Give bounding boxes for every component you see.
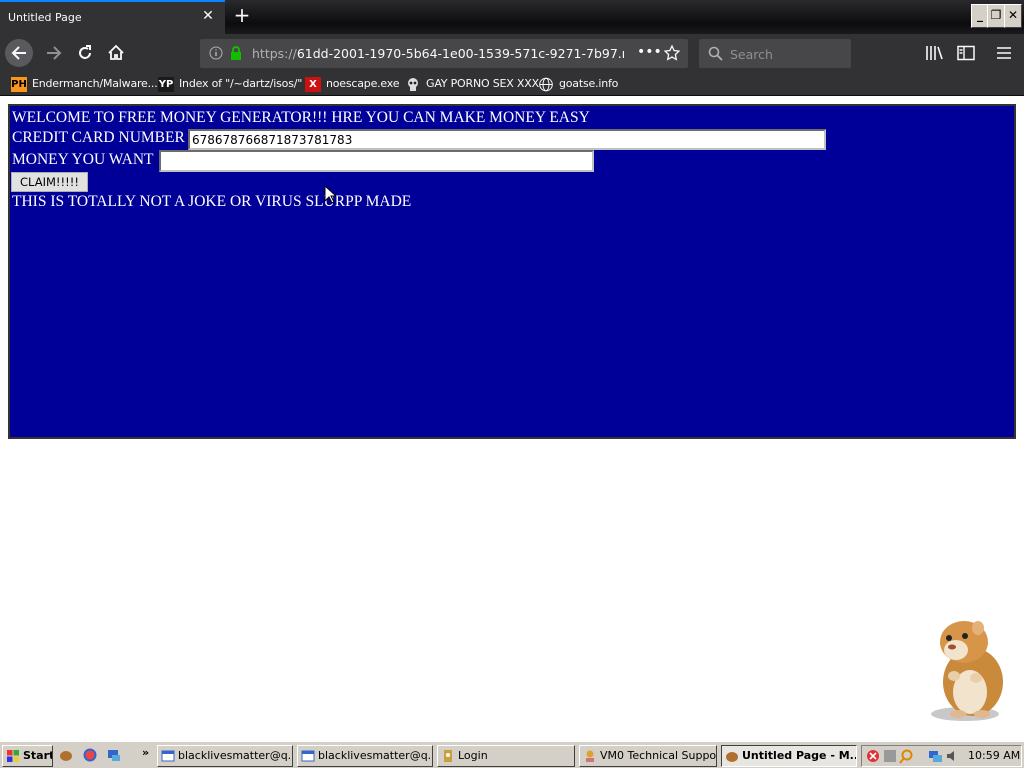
task-label: VM0 Technical Support [600, 749, 717, 762]
info-icon[interactable] [209, 46, 223, 60]
window-app-icon [301, 750, 315, 762]
task-button[interactable]: blacklivesmatter@q... [157, 745, 293, 767]
disclaimer-text: THIS IS TOTALLY NOT A JOKE OR VIRUS SLUR… [12, 193, 412, 210]
bookmark-label: GAY PORNO SEX XXX [426, 77, 539, 90]
reload-button[interactable] [71, 39, 99, 67]
navigation-toolbar: https://61dd-2001-1970-5b64-1e00-1539-57… [0, 34, 1024, 72]
lock-icon[interactable] [229, 46, 243, 61]
volume-tray-icon[interactable] [947, 751, 954, 761]
library-icon[interactable] [925, 45, 943, 61]
tab-strip: Untitled Page ✕ + _ ❐ ✕ [0, 0, 1024, 34]
windows-logo-icon [7, 750, 19, 762]
task-label: blacklivesmatter@q... [178, 749, 293, 762]
network-tray-icon[interactable] [929, 751, 942, 762]
windows-taskbar: Start » blacklivesmatter@q... blacklives… [0, 741, 1024, 768]
clock: 10:59 AM [968, 749, 1021, 762]
pornhub-logo-icon: PH [11, 77, 27, 92]
browser-launch-icon[interactable] [83, 748, 97, 762]
task-button-active[interactable]: Untitled Page - M... [721, 745, 857, 767]
bookmark-label: Index of "/~dartz/isos/" [179, 77, 303, 90]
forward-arrow-icon [47, 46, 62, 60]
credit-card-label: CREDIT CARD NUMBER [12, 129, 185, 146]
url-host: 61dd-2001-1970-5b64-1e00-1539-571c-9271-… [296, 46, 624, 61]
login-app-icon [444, 750, 452, 762]
x-logo-icon: X [305, 77, 321, 92]
close-icon[interactable]: ✕ [200, 8, 216, 24]
url-text[interactable]: https://61dd-2001-1970-5b64-1e00-1539-57… [252, 46, 624, 61]
restore-icon[interactable]: ❐ [987, 4, 1005, 28]
page-actions-icon[interactable]: ••• [637, 44, 662, 60]
tab-title: Untitled Page [8, 11, 82, 24]
bookmark-label: noescape.exe [326, 77, 400, 90]
bookmark-label: goatse.info [559, 77, 619, 90]
magnifier-tray-icon[interactable] [899, 749, 913, 764]
home-icon [108, 44, 124, 60]
credit-card-field[interactable] [188, 129, 826, 150]
search-input[interactable]: Search [730, 47, 773, 62]
money-generator-panel: WELCOME TO FREE MONEY GENERATOR!!! HRE Y… [8, 104, 1016, 439]
back-arrow-icon [11, 46, 26, 60]
task-label: Login [458, 749, 488, 762]
welcome-heading: WELCOME TO FREE MONEY GENERATOR!!! HRE Y… [12, 109, 590, 126]
url-scheme: https:// [252, 46, 297, 61]
support-app-icon [586, 750, 594, 762]
yp-logo-icon: YP [158, 77, 174, 92]
shield-tray-icon[interactable] [867, 750, 879, 762]
skull-icon [408, 78, 418, 91]
quick-launch [58, 747, 133, 766]
bookmark-label: Endermanch/Malware... [32, 77, 158, 90]
hamster-mascot-icon [931, 621, 1003, 721]
window-close-icon[interactable]: ✕ [1004, 4, 1022, 28]
new-tab-icon[interactable]: + [232, 4, 252, 26]
hamburger-menu-icon[interactable] [996, 45, 1012, 61]
hamster-launch-icon[interactable] [60, 751, 72, 761]
hamster-app-icon [726, 752, 738, 762]
chevron-right-icon[interactable]: » [142, 746, 149, 759]
reload-icon [79, 45, 91, 59]
window-app-icon [161, 750, 175, 762]
bookmark-star-icon[interactable] [664, 45, 680, 61]
start-label: Start [23, 749, 53, 762]
system-tray: 10:59 AM [861, 745, 1022, 767]
bookmarks-toolbar: PH Endermanch/Malware... YP Index of "/~… [0, 72, 1024, 96]
task-button[interactable]: Login [437, 745, 575, 767]
settings-tray-icon[interactable] [884, 750, 896, 762]
task-button[interactable]: blacklivesmatter@q... [297, 745, 433, 767]
task-button[interactable]: VM0 Technical Support [579, 745, 717, 767]
start-button[interactable]: Start [2, 745, 53, 767]
home-button[interactable] [102, 39, 130, 67]
tab-untitled-page[interactable]: Untitled Page ✕ [0, 0, 225, 34]
money-amount-field[interactable] [159, 150, 594, 172]
money-amount-label: MONEY YOU WANT [12, 151, 154, 168]
search-bar[interactable]: Search [699, 39, 851, 68]
back-button[interactable] [5, 39, 33, 67]
claim-button[interactable]: CLAIM!!!!! [11, 172, 88, 192]
forward-button[interactable] [40, 39, 68, 67]
mouse-cursor-icon [324, 185, 336, 204]
network-launch-icon[interactable] [108, 750, 120, 761]
task-label: blacklivesmatter@q... [318, 749, 433, 762]
globe-icon [539, 77, 553, 92]
task-label: Untitled Page - M... [742, 749, 857, 762]
address-bar[interactable]: https://61dd-2001-1970-5b64-1e00-1539-57… [200, 39, 688, 68]
search-icon [708, 46, 723, 61]
sidebar-icon[interactable] [957, 45, 975, 61]
